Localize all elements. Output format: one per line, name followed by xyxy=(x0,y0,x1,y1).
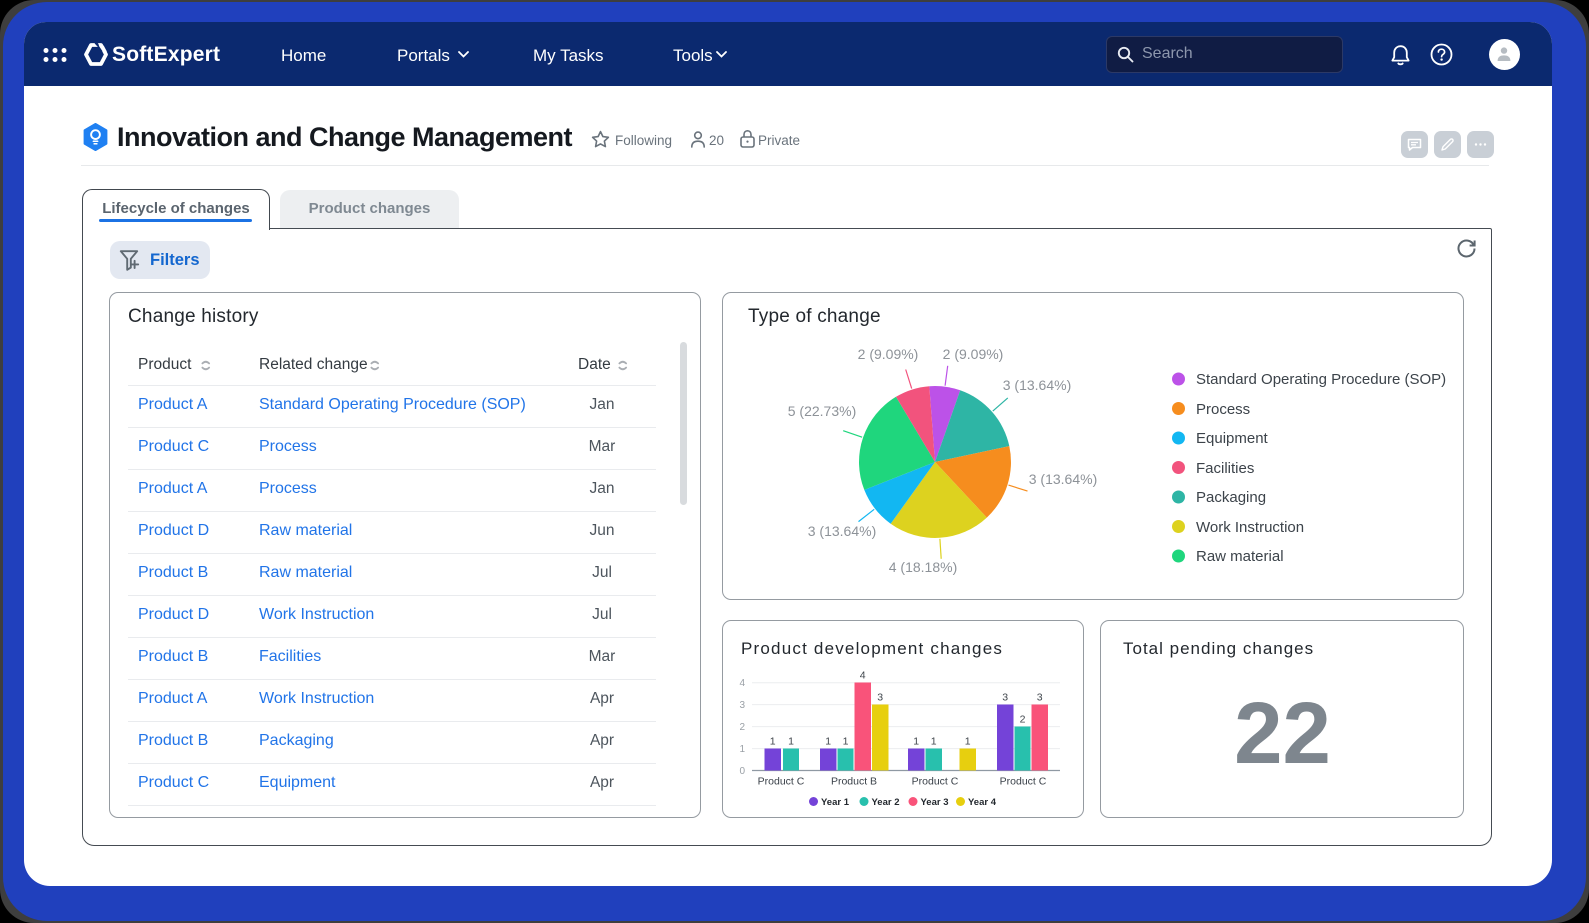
svg-text:1: 1 xyxy=(913,736,919,748)
svg-text:Product B: Product B xyxy=(831,776,877,788)
svg-text:3: 3 xyxy=(1002,692,1008,704)
svg-text:3: 3 xyxy=(1037,692,1043,704)
svg-text:Product C: Product C xyxy=(1000,776,1047,788)
svg-text:3: 3 xyxy=(877,692,883,704)
svg-text:3: 3 xyxy=(739,700,745,711)
svg-text:1: 1 xyxy=(770,736,776,748)
svg-text:1: 1 xyxy=(825,736,831,748)
svg-text:1: 1 xyxy=(931,736,937,748)
svg-text:Product C: Product C xyxy=(758,776,805,788)
svg-text:0: 0 xyxy=(739,766,745,777)
svg-text:1: 1 xyxy=(843,736,849,748)
svg-text:Year 4: Year 4 xyxy=(968,797,997,808)
svg-text:1: 1 xyxy=(965,736,971,748)
svg-text:2: 2 xyxy=(1020,714,1026,726)
svg-text:4: 4 xyxy=(860,670,866,682)
svg-text:Year 1: Year 1 xyxy=(821,797,850,808)
svg-text:Year 2: Year 2 xyxy=(872,797,900,808)
svg-text:Product C: Product C xyxy=(912,776,959,788)
svg-text:2: 2 xyxy=(739,722,745,733)
svg-text:4: 4 xyxy=(739,678,745,689)
svg-text:1: 1 xyxy=(739,744,745,755)
svg-text:Year 3: Year 3 xyxy=(921,797,949,808)
svg-text:1: 1 xyxy=(788,736,794,748)
